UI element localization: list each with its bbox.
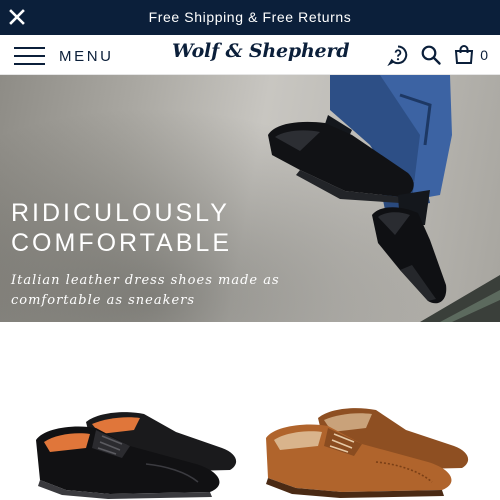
- hero-title-line1: RIDICULOUSLY: [11, 199, 230, 227]
- hero-subtitle: Italian leather dress shoes made as comf…: [11, 273, 280, 308]
- hero-banner[interactable]: RIDICULOUSLY COMFORTABLE Italian leather…: [0, 75, 500, 322]
- menu-button[interactable]: MENU: [14, 44, 114, 68]
- site-header: MENU Wolf & Shepherd 0: [0, 35, 500, 75]
- announcement-bar: Free Shipping & Free Returns: [0, 0, 500, 35]
- header-icons: 0: [377, 43, 488, 67]
- brand-logo[interactable]: Wolf & Shepherd: [172, 40, 350, 70]
- hero-title-line2: COMFORTABLE: [11, 229, 232, 257]
- shopping-bag-icon[interactable]: [452, 43, 476, 67]
- product-card-black-oxford[interactable]: [26, 402, 246, 500]
- brown-wingtip-shoe-image: [266, 408, 469, 498]
- announcement-text: Free Shipping & Free Returns: [148, 9, 352, 25]
- help-chat-icon[interactable]: [386, 43, 410, 67]
- hamburger-icon: [14, 45, 45, 67]
- product-grid: [0, 322, 500, 500]
- black-oxford-shoe-image: [36, 412, 237, 499]
- hero-title: RIDICULOUSLY COMFORTABLE: [11, 198, 341, 258]
- search-icon[interactable]: [419, 43, 443, 67]
- menu-label: MENU: [59, 47, 114, 65]
- product-card-brown-wingtip[interactable]: [256, 402, 476, 500]
- cart-count[interactable]: 0: [480, 47, 488, 63]
